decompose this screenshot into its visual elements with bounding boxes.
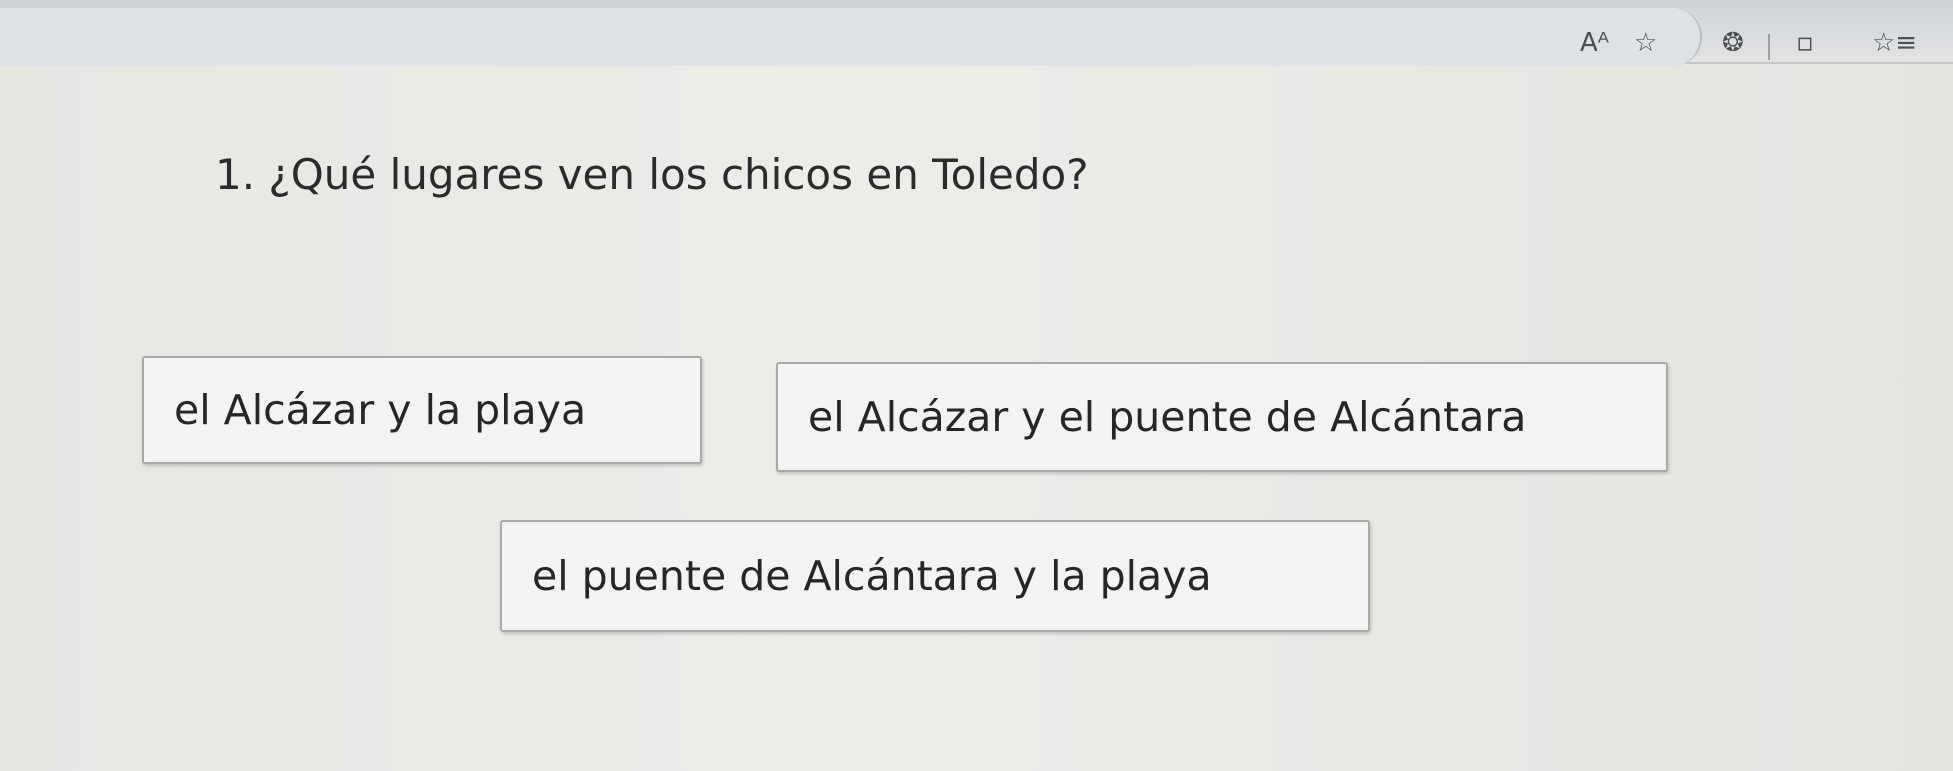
answer-option-1[interactable]: el Alcázar y la playa	[142, 356, 702, 464]
answer-option-label: el Alcázar y la playa	[174, 386, 587, 434]
answer-option-label: el puente de Alcántara y la playa	[532, 552, 1212, 600]
toolbar-separator	[1768, 34, 1770, 60]
read-aloud-icon[interactable]: Aᴬ	[1580, 30, 1609, 56]
favorites-list-icon[interactable]: ☆≡	[1872, 30, 1917, 56]
address-bar[interactable]	[0, 8, 1702, 66]
answer-option-2[interactable]: el Alcázar y el puente de Alcántara	[776, 362, 1668, 472]
question-text: 1. ¿Qué lugares ven los chicos en Toledo…	[215, 150, 1089, 199]
browser-toolbar: Aᴬ ☆ ❂ ▫ ☆≡	[0, 0, 1953, 66]
answer-option-label: el Alcázar y el puente de Alcántara	[808, 393, 1527, 441]
extension-icon[interactable]: ❂	[1722, 30, 1744, 56]
favorite-star-icon[interactable]: ☆	[1634, 30, 1657, 56]
split-screen-icon[interactable]: ▫	[1796, 30, 1814, 56]
answer-option-3[interactable]: el puente de Alcántara y la playa	[500, 520, 1370, 632]
